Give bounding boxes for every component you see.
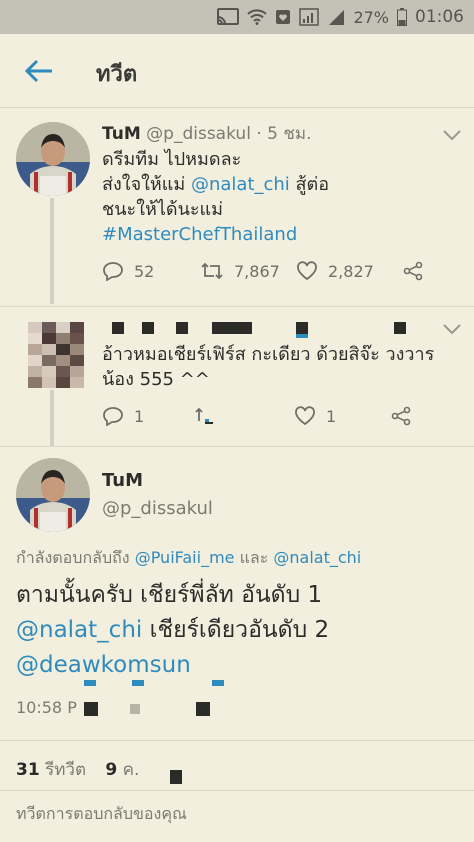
tweet1-share-button[interactable] (402, 261, 424, 281)
reply-to-user2[interactable]: @nalat_chi (273, 548, 361, 567)
battery-percent: 27% (353, 7, 389, 27)
reply-to-user1[interactable]: @PuiFaii_me (135, 548, 235, 567)
tweet1-mention[interactable]: @nalat_chi (191, 174, 290, 195)
tweet1-like-button[interactable]: 2,827 (296, 261, 402, 281)
tweet1-hashtag[interactable]: #MasterChefThailand (102, 222, 462, 247)
heart-icon (297, 261, 317, 281)
cast-icon (217, 8, 240, 26)
back-arrow-icon (24, 59, 52, 83)
main-line2: @nalat_chi เชียร์เดียวอันดับ 2 (16, 617, 330, 643)
tweet1-timestamp: · 5 ชม. (256, 124, 312, 144)
reply-icon (103, 262, 123, 281)
tweet1-line3: ชนะให้ได้นะแม่ (102, 199, 224, 220)
clock: 01:06 (415, 7, 464, 27)
reply-icon (103, 407, 123, 426)
tweet1-author-name[interactable]: TuM (102, 124, 141, 144)
thread-line (50, 390, 54, 446)
stats-censor (170, 770, 182, 784)
main-mention2[interactable]: @deawkomsun (16, 648, 466, 683)
main-line1: ตามนั้นครับ เชียร์พี่ลัท อันดับ 1 (16, 582, 323, 608)
tweet1-retweet-button[interactable]: 7,867 (200, 261, 296, 281)
divider (0, 740, 474, 741)
main-author-handle[interactable]: @p_dissakul (102, 498, 213, 519)
tweet2-reply-count: 1 (134, 406, 145, 426)
replying-to: กำลังตอบกลับถึง @PuiFaii_me และ @nalat_c… (16, 548, 362, 567)
avatar-pixelated[interactable] (28, 322, 84, 388)
tweet1-body: ดรีมทีม ไปหมดละ ส่งใจให้แม่ @nalat_chi ส… (102, 147, 462, 247)
tweet2-line2: น้อง 555 ^^ (102, 369, 210, 390)
retweet-stat[interactable]: 31 รีทวีต (16, 760, 86, 780)
tweet1-author-handle[interactable]: @p_dissakul (146, 124, 251, 144)
avatar-main[interactable] (16, 458, 90, 532)
share-icon (391, 406, 411, 426)
reply-input[interactable]: ทวีตการตอบกลับของคุณ (16, 802, 187, 827)
tweet2-actions: 1 1 (102, 406, 412, 426)
tweet1-reply-button[interactable]: 52 (102, 261, 200, 281)
retweet-icon (201, 262, 223, 280)
signal-icon (299, 8, 320, 26)
tweet2-menu-chevron[interactable] (442, 322, 462, 336)
tweet2-share-button[interactable] (390, 406, 412, 426)
page-title: ทวีต (96, 62, 138, 87)
battery-icon (397, 8, 407, 26)
tweet1-like-count: 2,827 (328, 261, 374, 281)
like-stat[interactable]: 9 ค. (105, 760, 139, 780)
heart-icon (295, 406, 315, 426)
tweet2-like-button[interactable]: 1 (294, 406, 390, 426)
divider (0, 446, 474, 447)
tweet2-body: อ้าวหมอเชียร์เฟิร์ส กะเดียว ด้วยสิจ๊ะ วง… (102, 342, 462, 392)
divider (0, 306, 474, 307)
retweet-icon (195, 407, 213, 424)
tweet2-line1: อ้าวหมอเชียร์เฟิร์ส กะเดียว ด้วยสิจ๊ะ วง… (102, 344, 435, 365)
thread-line (50, 198, 54, 304)
tweet1-header: TuM @p_dissakul · 5 ชม. (102, 120, 312, 147)
tweet2-retweet-button[interactable] (194, 406, 294, 426)
tweet1-line2: ส่งใจให้แม่ @nalat_chi สู้ต่อ (102, 174, 330, 195)
signal-bars-icon (327, 8, 345, 26)
main-tweet-body: ตามนั้นครับ เชียร์พี่ลัท อันดับ 1 @nalat… (16, 578, 466, 683)
main-tweet-time: 10:58 P (16, 698, 77, 717)
wifi-icon (247, 9, 268, 25)
tweet1-reply-count: 52 (134, 261, 155, 281)
notification-icon (275, 9, 291, 25)
tweet2-like-count: 1 (326, 406, 337, 426)
back-button[interactable] (22, 56, 56, 86)
app-bar: ทวีต (0, 34, 474, 108)
tweet1-actions: 52 7,867 2,827 (102, 261, 424, 281)
tweet1-menu-chevron[interactable] (442, 128, 462, 142)
main-mention1[interactable]: @nalat_chi (16, 617, 142, 643)
tweet2-reply-button[interactable]: 1 (102, 406, 194, 426)
avatar-tum[interactable] (16, 122, 90, 196)
divider (0, 790, 474, 791)
main-author-name[interactable]: TuM (102, 470, 143, 491)
engagement-stats: 31 รีทวีต 9 ค. (16, 756, 139, 783)
tweet1-line1: ดรีมทีม ไปหมดละ (102, 149, 242, 170)
status-bar: 27% 01:06 (0, 0, 474, 34)
share-icon (403, 261, 423, 281)
tweet1-retweet-count: 7,867 (234, 261, 280, 281)
